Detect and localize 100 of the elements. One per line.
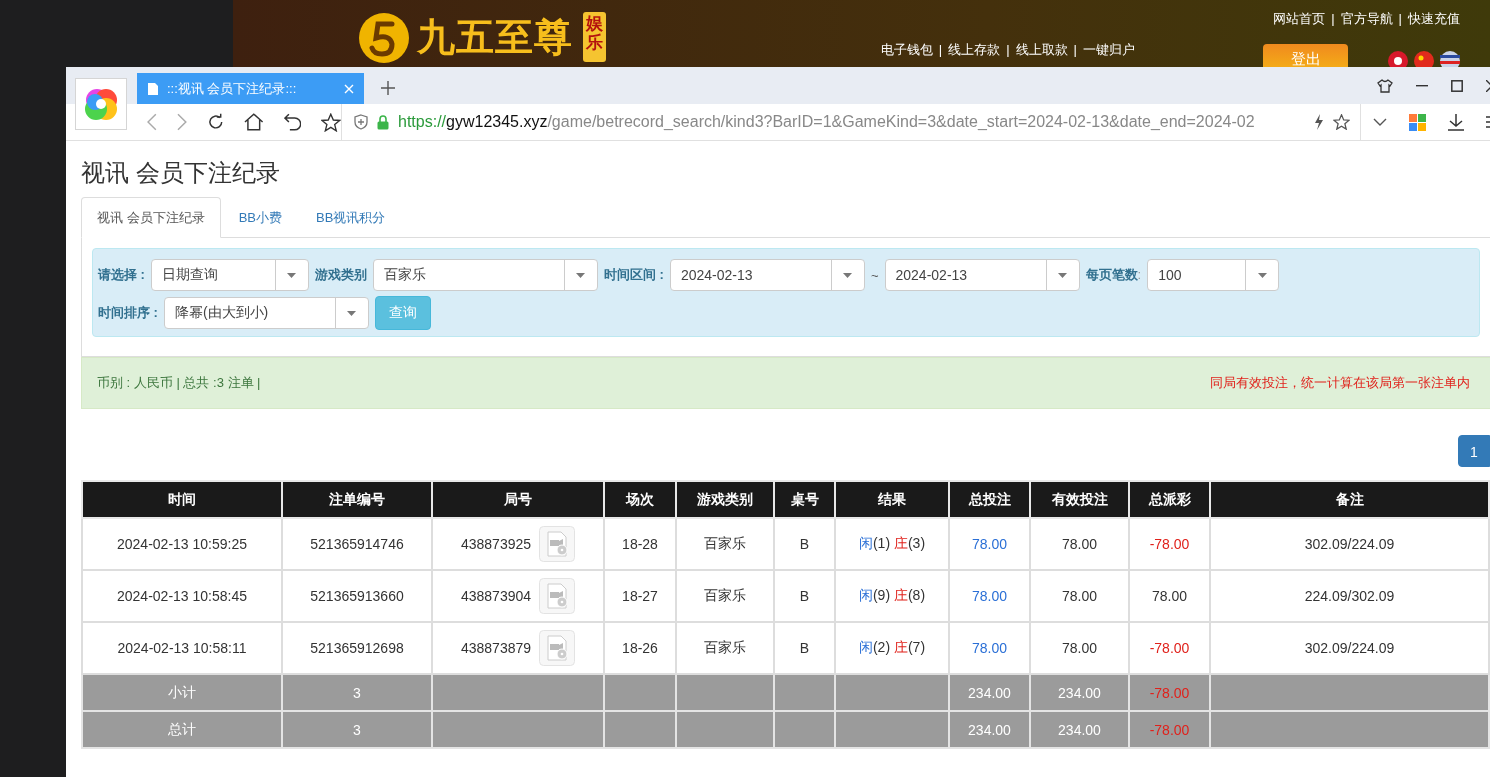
star-icon[interactable] [321,112,341,132]
column-header: 有效投注 [1030,481,1129,518]
caret-icon [287,272,297,278]
table-cell: 18-27 [604,570,676,622]
page-tab[interactable]: 视讯 会员下注纪录 [81,197,221,238]
filter-label: 请选择 : [98,266,145,284]
filter-label: 时间区间 : [603,266,664,284]
minimize-icon[interactable] [1416,84,1428,87]
table-cell: 234.00 [1030,674,1129,711]
table-cell: 234.00 [949,711,1030,748]
page-button[interactable]: 1 [1458,435,1490,467]
table-cell: 2024-02-13 10:59:25 [82,518,282,570]
table-cell: 78.00 [1030,518,1129,570]
star-icon[interactable] [1333,114,1350,130]
link-separator: | [1331,11,1335,26]
download-icon[interactable] [1448,113,1464,131]
table-cell: 521365914746 [282,518,432,570]
select-field[interactable]: 降幂(由大到小) [163,297,369,329]
table-cell: -78.00 [1129,518,1210,570]
table-cell: 小计 [82,674,282,711]
link-separator: | [1073,42,1077,57]
link-separator: | [938,42,943,57]
select-field[interactable]: 日期查询 [150,259,309,291]
maximize-icon[interactable] [1451,79,1463,92]
flag-icon[interactable] [1414,51,1434,67]
column-header: 桌号 [774,481,835,518]
brand-tag: 娱乐 [583,12,606,63]
select-field[interactable]: 100 [1147,259,1280,291]
table-cell: 闲(9) 庄(8) [835,570,949,622]
new-tab-icon[interactable] [381,81,395,95]
filter-label: 每页笔数: [1085,266,1142,284]
table-cell: 78.00 [949,570,1030,622]
shield-icon[interactable] [354,114,368,130]
link-separator: | [1006,42,1010,57]
range-separator: ~ [870,267,879,283]
column-header: 游戏类别 [676,481,774,518]
table-cell: 闲(1) 庄(3) [835,518,949,570]
home-icon[interactable] [244,113,264,131]
table-cell: 438873904 [432,570,604,622]
chevron-down-icon[interactable] [1373,118,1387,126]
page-tab[interactable]: BB视讯积分 [299,197,402,238]
column-header: 结果 [835,481,949,518]
nav-link[interactable]: 一键归户 [1083,42,1135,57]
undo-icon[interactable] [283,113,302,131]
table-cell: -78.00 [1129,711,1210,748]
table-cell: 521365913660 [282,570,432,622]
lock-icon [377,114,389,130]
top-link[interactable]: 官方导航 [1340,11,1393,26]
skin-icon[interactable] [1377,78,1393,93]
table-cell: 224.09/302.09 [1210,570,1489,622]
caret-icon [1058,272,1067,278]
table-cell: 百家乐 [676,570,774,622]
table-cell: 78.00 [1129,570,1210,622]
browser-logo-icon[interactable] [75,78,127,130]
column-header: 局号 [432,481,604,518]
logo-icon [358,12,410,64]
table-cell: 438873925 [432,518,604,570]
table-cell: 234.00 [949,674,1030,711]
lightning-icon[interactable] [1314,114,1324,130]
date-field[interactable]: 2024-02-13 [669,259,865,291]
table-cell: 18-28 [604,518,676,570]
address-bar[interactable]: https://gyw12345.xyz/game/betrecord_search/kind3?BarID=1&GameKind=3&date_start=2024-02-13&date_end=2024-02 [342,104,1360,140]
nav-link[interactable]: 线上存款 [948,42,1001,57]
summary-text: 币别 : 人民币 | 总共 :3 注单 | [97,374,261,392]
table-cell: 百家乐 [676,518,774,570]
column-header: 备注 [1210,481,1489,518]
page-title: 视讯 会员下注纪录 [81,158,281,188]
caret-icon [576,272,586,278]
column-header: 时间 [82,481,282,518]
column-header: 注单编号 [282,481,432,518]
link-separator: | [1398,11,1402,26]
column-header: 总投注 [949,481,1030,518]
filter-label: 游戏类别 [314,266,367,284]
nav-link[interactable]: 电子钱包 [880,42,933,57]
table-cell: 78.00 [949,518,1030,570]
table-cell: 3 [282,711,432,748]
table-cell: B [774,570,835,622]
caret-icon [347,310,357,316]
apps-icon[interactable] [1409,113,1426,131]
page-icon [147,81,159,96]
caret-icon [843,272,853,278]
date-field[interactable]: 2024-02-13 [884,259,1080,291]
column-header: 场次 [604,481,676,518]
top-link[interactable]: 快速充值 [1408,11,1460,26]
table-cell: 3 [282,674,432,711]
nav-link[interactable]: 线上取款 [1015,42,1068,57]
top-link[interactable]: 网站首页 [1273,11,1326,26]
table-cell: -78.00 [1129,674,1210,711]
column-header: 总派彩 [1129,481,1210,518]
filter-label: 时间排序 : [98,304,158,322]
notice-text: 同局有效投注，统一计算在该局第一张注单内 [1210,374,1470,392]
close-tab-icon[interactable] [344,83,354,94]
url-text: https://gyw12345.xyz/game/betrecord_search/kind3?BarID=1&GameKind=3&date_start=2024-02-13&date_end=2024-02 [398,113,1256,131]
table-cell: 总计 [82,711,282,748]
brand-name: 九五至尊 [417,15,573,60]
select-field[interactable]: 百家乐 [372,259,598,291]
table-cell: B [774,518,835,570]
page-tab[interactable]: BB小费 [222,197,298,238]
table-cell: 78.00 [1030,570,1129,622]
reload-icon[interactable] [206,113,225,131]
